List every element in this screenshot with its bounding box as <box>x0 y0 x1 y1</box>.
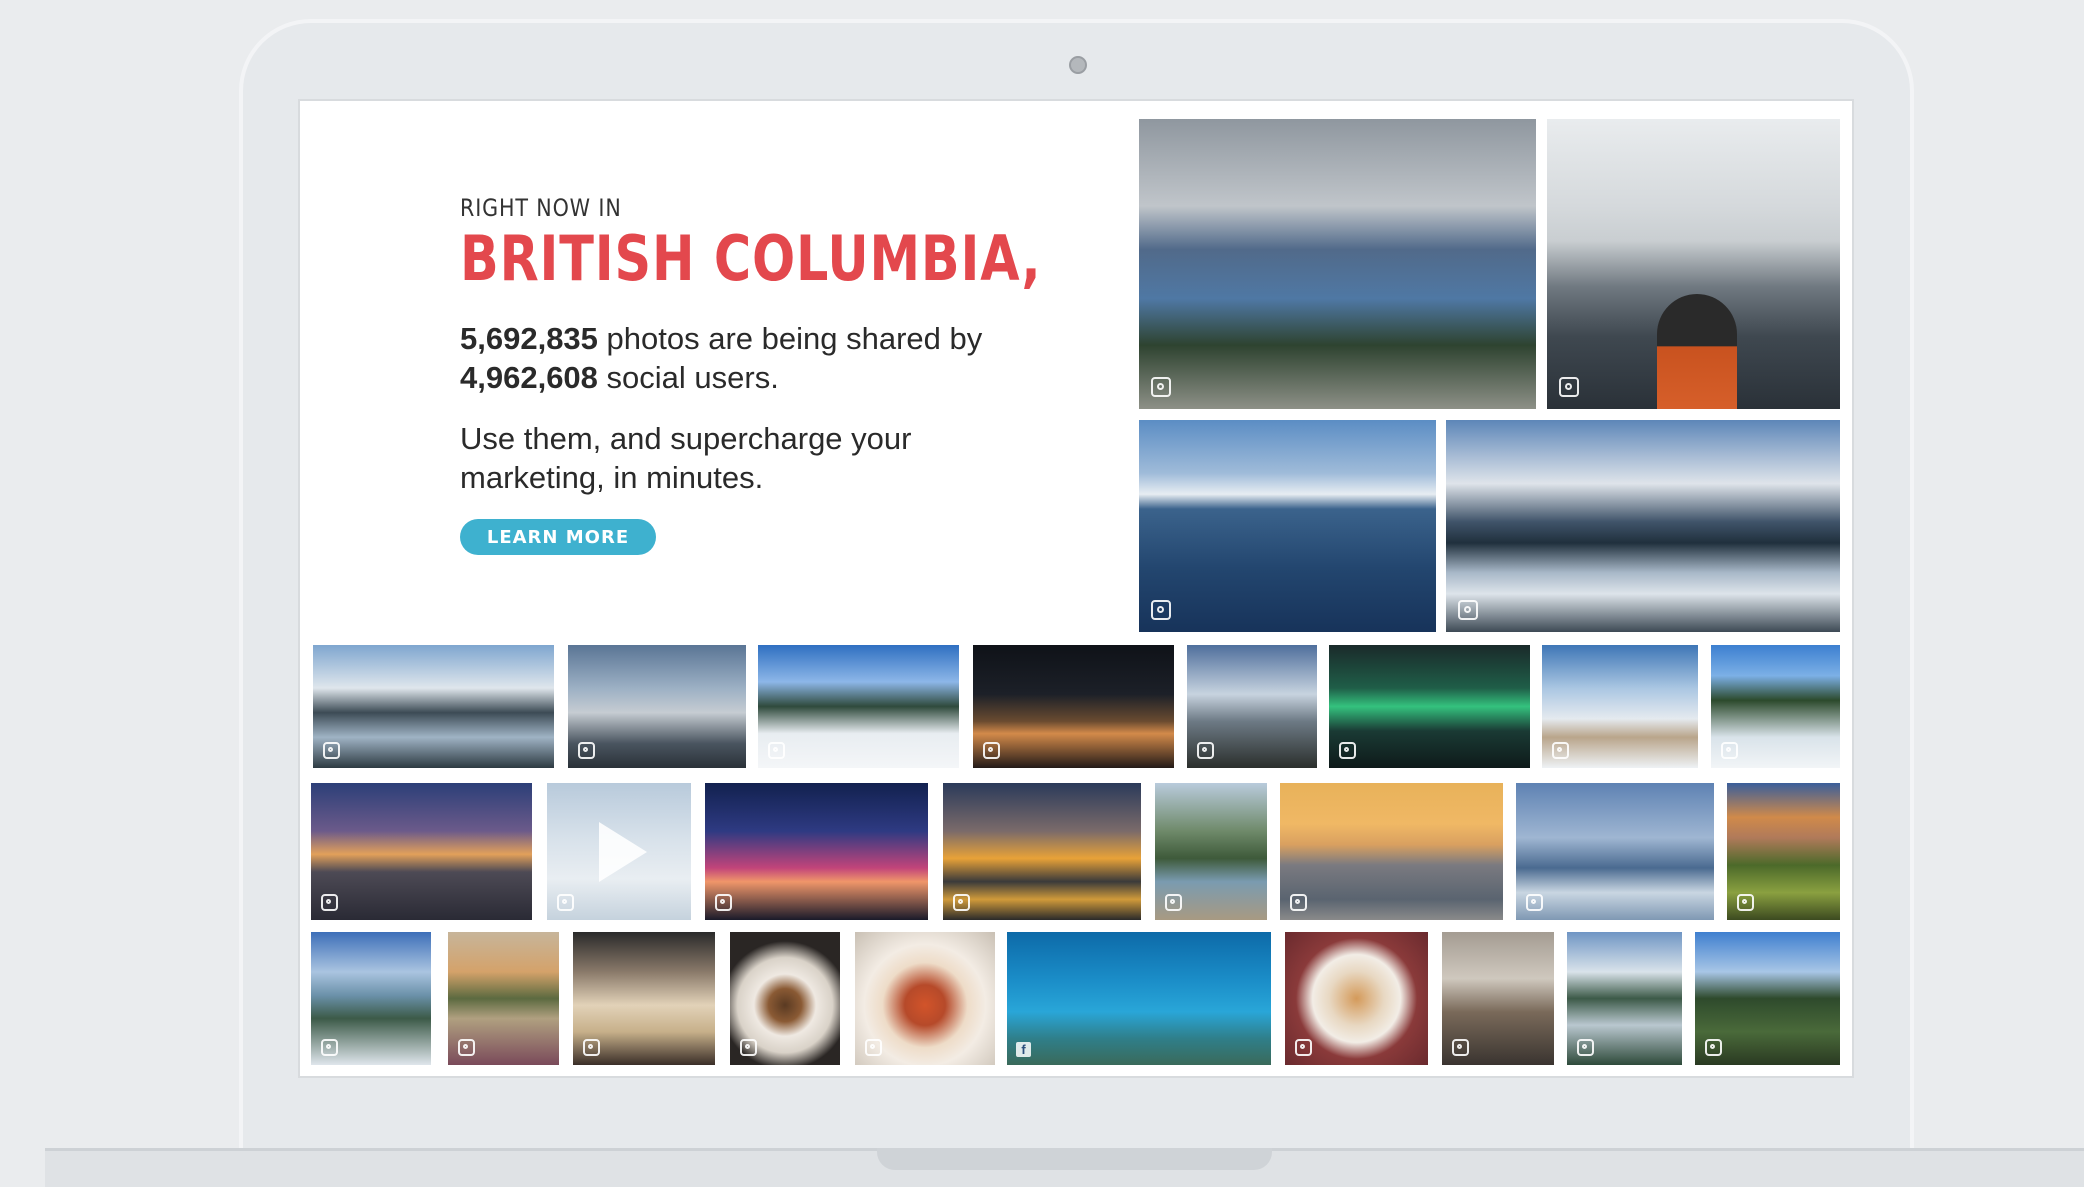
photo-tile[interactable] <box>973 645 1174 768</box>
photo-tile[interactable] <box>1727 783 1840 920</box>
instagram-icon <box>1737 894 1754 911</box>
photo-tile[interactable] <box>311 932 431 1065</box>
instagram-icon <box>557 894 574 911</box>
photo-tile[interactable] <box>1516 783 1714 920</box>
stats-end-text: social users. <box>597 360 779 395</box>
instagram-icon <box>1290 894 1307 911</box>
play-icon[interactable] <box>599 821 647 882</box>
photo-tile[interactable] <box>1329 645 1530 768</box>
instagram-icon <box>1165 894 1182 911</box>
instagram-icon <box>1458 600 1478 620</box>
pitch-text: Use them, and supercharge your marketing… <box>460 421 912 495</box>
instagram-icon <box>768 742 785 759</box>
instagram-icon <box>578 742 595 759</box>
person-figure <box>1657 294 1737 409</box>
photo-tile[interactable] <box>311 783 532 920</box>
instagram-icon <box>1295 1039 1312 1056</box>
user-count: 4,962,608 <box>460 360 598 395</box>
photo-tile[interactable] <box>1695 932 1840 1065</box>
instagram-icon <box>321 1039 338 1056</box>
instagram-icon <box>583 1039 600 1056</box>
photo-featured-3[interactable] <box>1139 420 1436 632</box>
instagram-icon <box>1151 600 1171 620</box>
instagram-icon <box>1452 1039 1469 1056</box>
instagram-icon <box>865 1039 882 1056</box>
photo-tile[interactable] <box>1285 932 1428 1065</box>
photo-tile[interactable] <box>1280 783 1503 920</box>
instagram-icon <box>1197 742 1214 759</box>
instagram-icon <box>1526 894 1543 911</box>
photo-tile[interactable] <box>313 645 554 768</box>
stats-text: 5,692,835 photos are being shared by 4,9… <box>460 319 1020 397</box>
instagram-icon <box>1151 377 1171 397</box>
photo-featured-2[interactable] <box>1547 119 1840 409</box>
stats-mid-text: photos are being shared by <box>597 321 983 356</box>
photo-tile[interactable] <box>730 932 840 1065</box>
instagram-icon <box>715 894 732 911</box>
photo-tile[interactable] <box>705 783 928 920</box>
eyebrow-text: RIGHT NOW IN <box>460 194 622 222</box>
photo-tile[interactable] <box>855 932 995 1065</box>
instagram-icon <box>983 742 1000 759</box>
photo-tile[interactable] <box>1542 645 1698 768</box>
photo-tile[interactable] <box>943 783 1141 920</box>
instagram-icon <box>321 894 338 911</box>
photo-featured-4[interactable] <box>1446 420 1840 632</box>
photo-featured-1[interactable] <box>1139 119 1536 409</box>
photo-tile[interactable] <box>1442 932 1554 1065</box>
photo-tile[interactable] <box>573 932 715 1065</box>
instagram-icon <box>458 1039 475 1056</box>
photo-tile[interactable] <box>568 645 746 768</box>
instagram-icon <box>1559 377 1579 397</box>
instagram-icon <box>1721 742 1738 759</box>
instagram-icon <box>323 742 340 759</box>
webcam-icon <box>1069 56 1087 74</box>
instagram-icon <box>1577 1039 1594 1056</box>
location-headline: BRITISH COLUMBIA, <box>460 222 1042 295</box>
instagram-icon <box>1705 1039 1722 1056</box>
photo-tile[interactable] <box>1711 645 1840 768</box>
laptop-notch <box>877 1148 1272 1170</box>
facebook-icon: f <box>1016 1042 1031 1057</box>
photo-tile[interactable]: f <box>1007 932 1271 1065</box>
laptop-screen: RIGHT NOW IN BRITISH COLUMBIA, 5,692,835… <box>298 99 1854 1078</box>
photo-tile[interactable] <box>758 645 959 768</box>
learn-more-button[interactable]: LEARN MORE <box>460 519 656 555</box>
instagram-icon <box>1552 742 1569 759</box>
photo-tile[interactable] <box>547 783 691 920</box>
photo-tile[interactable] <box>1567 932 1682 1065</box>
instagram-icon <box>740 1039 757 1056</box>
photo-count: 5,692,835 <box>460 321 598 356</box>
instagram-icon <box>953 894 970 911</box>
photo-tile[interactable] <box>1187 645 1317 768</box>
instagram-icon <box>1339 742 1356 759</box>
photo-tile[interactable] <box>448 932 559 1065</box>
photo-tile[interactable] <box>1155 783 1267 920</box>
